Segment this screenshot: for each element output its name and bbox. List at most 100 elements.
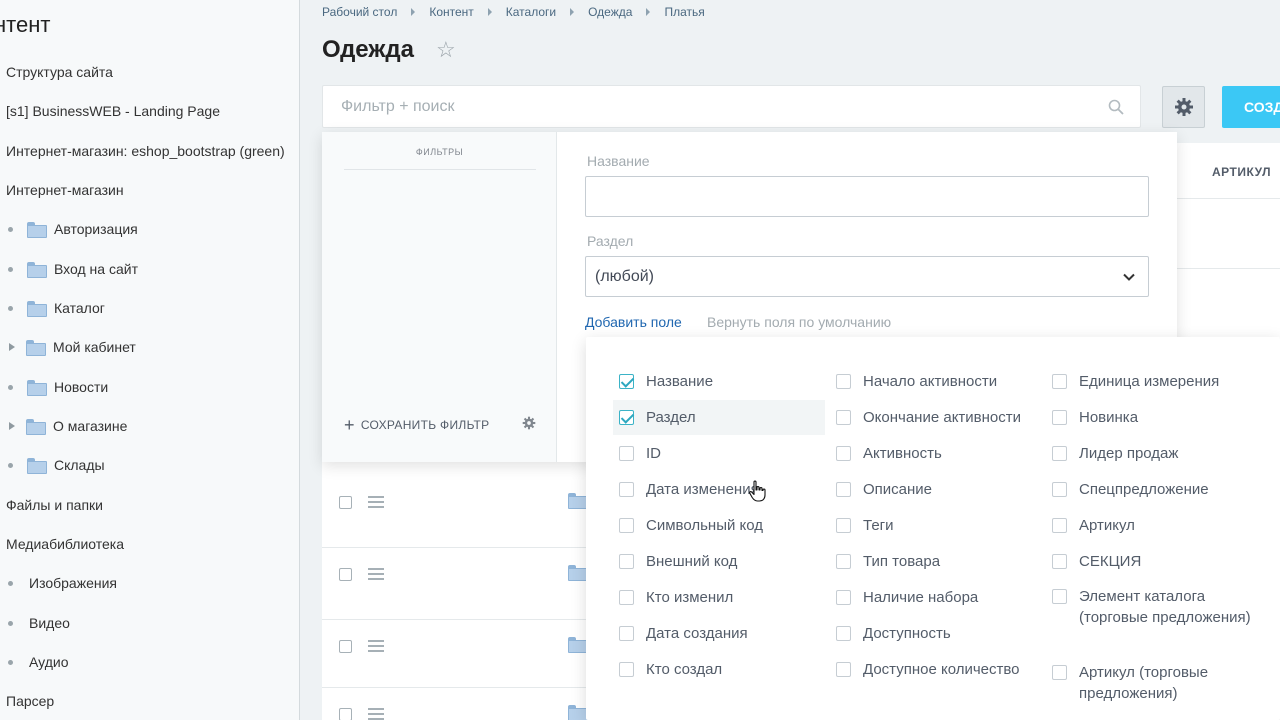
sidebar-item[interactable]: Медиабиблиотека (6, 529, 124, 559)
breadcrumb-link[interactable]: Рабочий стол (322, 5, 397, 19)
row-menu-icon[interactable] (368, 640, 384, 652)
field-option[interactable]: Спецпредложение (1052, 479, 1209, 500)
checkbox-checked[interactable] (619, 374, 634, 389)
save-filter-button[interactable]: + СОХРАНИТЬ ФИЛЬТР (344, 416, 489, 434)
sidebar-item[interactable]: Новости (8, 372, 108, 402)
field-option[interactable]: Начало активности (836, 371, 997, 392)
column-header-article[interactable]: АРТИКУЛ (1212, 165, 1271, 179)
sidebar-item[interactable]: Вход на сайт (8, 254, 138, 284)
checkbox[interactable] (1052, 446, 1067, 461)
field-option[interactable]: Единица измерения (1052, 371, 1219, 392)
sidebar-item[interactable]: Интернет-магазин: eshop_bootstrap (green… (6, 136, 285, 166)
bullet-icon (8, 226, 13, 232)
field-option[interactable]: Доступное количество (836, 659, 1020, 680)
checkbox[interactable] (619, 554, 634, 569)
checkbox[interactable] (836, 590, 851, 605)
field-option[interactable]: Элемент каталога (торговые предложения) (1052, 586, 1259, 628)
checkbox[interactable] (619, 590, 634, 605)
checkbox[interactable] (1052, 589, 1067, 604)
field-option[interactable]: Активность (836, 443, 942, 464)
star-icon[interactable]: ☆ (436, 39, 456, 61)
sidebar-item[interactable]: Мой кабинет (8, 332, 136, 362)
sidebar-item[interactable]: Авторизация (8, 214, 138, 244)
section-select[interactable]: (любой) (585, 256, 1149, 297)
field-option[interactable]: Тип товара (836, 551, 940, 572)
field-option[interactable]: Символьный код (619, 515, 763, 536)
field-option[interactable]: Название (619, 371, 713, 392)
checkbox[interactable] (619, 518, 634, 533)
sidebar-item[interactable]: Парсер (6, 686, 54, 716)
checkbox[interactable] (619, 482, 634, 497)
field-option[interactable]: Доступность (836, 623, 951, 644)
sidebar-item[interactable]: Каталог (8, 293, 105, 323)
checkbox[interactable] (836, 410, 851, 425)
settings-button[interactable] (1162, 86, 1205, 128)
field-option-label: Активность (863, 445, 942, 462)
row-menu-icon[interactable] (368, 568, 384, 580)
field-option[interactable]: Дата создания (619, 623, 748, 644)
breadcrumb-link[interactable]: Платья (664, 5, 704, 19)
row-checkbox[interactable] (339, 496, 352, 509)
checkbox[interactable] (1052, 554, 1067, 569)
row-menu-icon[interactable] (368, 496, 384, 508)
field-option[interactable]: Артикул (торговые предложения) (1052, 662, 1259, 704)
breadcrumb-link[interactable]: Каталоги (506, 5, 556, 19)
row-menu-icon[interactable] (368, 708, 384, 720)
sidebar-item[interactable]: О магазине (8, 411, 127, 441)
add-field-link[interactable]: Добавить поле (585, 314, 682, 330)
reset-fields-link[interactable]: Вернуть поля по умолчанию (707, 314, 891, 330)
field-option[interactable]: ID (619, 443, 661, 464)
field-option[interactable]: Раздел (619, 407, 696, 428)
checkbox[interactable] (836, 374, 851, 389)
sidebar-item[interactable]: Изображения (8, 568, 117, 598)
checkbox[interactable] (836, 662, 851, 677)
row-checkbox[interactable] (339, 568, 352, 581)
field-option[interactable]: Дата изменения (619, 479, 759, 500)
field-option[interactable]: Новинка (1052, 407, 1138, 428)
field-option[interactable]: Окончание активности (836, 407, 1021, 428)
checkbox-checked[interactable] (619, 410, 634, 425)
bullet-icon (8, 659, 13, 665)
field-option[interactable]: Описание (836, 479, 932, 500)
checkbox[interactable] (836, 626, 851, 641)
field-option[interactable]: Наличие набора (836, 587, 978, 608)
checkbox[interactable] (1052, 374, 1067, 389)
sidebar-item[interactable]: Склады (8, 450, 105, 480)
sidebar-item[interactable]: Аудио (8, 647, 69, 677)
field-option-label: Описание (863, 481, 933, 498)
field-option[interactable]: Кто изменил (619, 587, 733, 608)
sidebar-item[interactable]: Интернет-магазин (6, 175, 124, 205)
row-checkbox[interactable] (339, 708, 352, 720)
checkbox[interactable] (619, 626, 634, 641)
checkbox[interactable] (1052, 410, 1067, 425)
checkbox[interactable] (836, 518, 851, 533)
checkbox[interactable] (619, 662, 634, 677)
field-option[interactable]: Кто создал (619, 659, 722, 680)
field-option[interactable]: Теги (836, 515, 894, 536)
checkbox[interactable] (836, 446, 851, 461)
expand-arrow-icon[interactable] (9, 422, 15, 430)
expand-arrow-icon[interactable] (9, 343, 15, 351)
breadcrumb-link[interactable]: Контент (429, 5, 473, 19)
field-option[interactable]: Лидер продаж (1052, 443, 1178, 464)
checkbox[interactable] (1052, 665, 1067, 680)
search-icon[interactable] (1108, 99, 1124, 115)
checkbox[interactable] (836, 554, 851, 569)
field-option[interactable]: СЕКЦИЯ (1052, 551, 1141, 572)
create-button[interactable]: СОЗД (1222, 86, 1280, 128)
name-field[interactable] (585, 176, 1149, 217)
field-option[interactable]: Артикул (1052, 515, 1135, 536)
checkbox[interactable] (1052, 518, 1067, 533)
checkbox[interactable] (619, 446, 634, 461)
field-option[interactable]: Внешний код (619, 551, 737, 572)
checkbox[interactable] (1052, 482, 1067, 497)
sidebar-item[interactable]: [s1] BusinessWEB - Landing Page (6, 96, 220, 126)
gear-icon[interactable] (522, 416, 536, 430)
sidebar-item[interactable]: Структура сайта (6, 57, 113, 87)
row-checkbox[interactable] (339, 640, 352, 653)
sidebar-item[interactable]: Видео (8, 608, 70, 638)
sidebar-item[interactable]: Файлы и папки (6, 490, 103, 520)
search-input[interactable]: Фильтр + поиск (322, 85, 1141, 128)
breadcrumb-link[interactable]: Одежда (588, 5, 632, 19)
checkbox[interactable] (836, 482, 851, 497)
